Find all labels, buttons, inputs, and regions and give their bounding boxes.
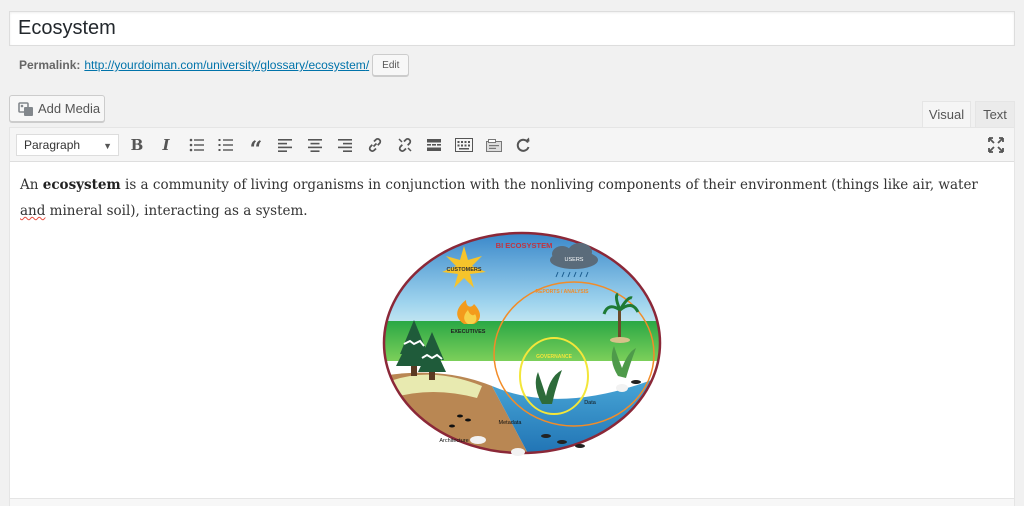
executives-label: EXECUTIVES [451,329,486,335]
editor: Paragraph ▼ B I “ An ecosystem is a comm… [9,127,1015,506]
read-more-icon [427,139,441,151]
data-label: Data [584,400,597,406]
blockquote-button[interactable]: “ [244,133,268,161]
spellcheck-word: and [20,203,46,219]
intro-text-mid: is a community of living organisms in co… [120,177,978,193]
intro-text-end: mineral soil), interacting as a system. [45,203,308,219]
format-select-value: Paragraph [24,138,81,152]
align-center-icon [308,138,322,152]
media-icon [18,101,33,116]
editor-statusbar [10,498,1014,506]
permalink-label: Permalink: [19,58,81,72]
align-center-button[interactable] [303,133,327,157]
fullscreen-icon [988,137,1004,153]
permalink-slug: ecosystem [308,58,366,72]
add-media-label: Add Media [38,101,101,116]
governance-label: GOVERNANCE [536,354,573,360]
users-label: USERS [565,257,584,263]
editor-toolbar: Paragraph ▼ B I “ [10,128,1014,162]
refresh-button[interactable] [511,133,535,157]
unlink-icon [398,138,412,152]
keyboard-icon [455,138,473,152]
permalink-row: Permalink: http://yourdoiman.com/univers… [19,54,410,76]
diagram-title: BI ECOSYSTEM [496,241,553,250]
insert-link-button[interactable] [363,133,387,157]
intro-paragraph: An ecosystem is a community of living or… [20,172,1004,224]
permalink-end: / [365,58,370,72]
add-form-button[interactable] [482,133,506,157]
numbered-list-icon [218,139,233,151]
format-select[interactable]: Paragraph ▼ [16,134,119,156]
form-icon [486,138,502,152]
numbered-list-button[interactable] [214,133,238,157]
align-right-icon [338,138,352,152]
post-title-input[interactable] [9,11,1015,46]
insert-read-more-button[interactable] [422,133,446,157]
tab-visual[interactable]: Visual [922,101,971,127]
link-icon [368,138,382,152]
align-right-button[interactable] [333,133,357,157]
refresh-icon [516,137,530,152]
intro-bold-term: ecosystem [42,177,121,193]
reports-label: REPORTS / ANALYSIS [536,289,590,295]
toolbar-toggle-button[interactable] [452,133,476,157]
chevron-down-icon: ▼ [103,141,112,151]
tab-text[interactable]: Text [975,101,1015,127]
bi-ecosystem-diagram: BI ECOSYSTEM CUSTOMERS USERS EXECUTIVES [382,231,662,456]
editor-content[interactable]: An ecosystem is a community of living or… [10,163,1014,505]
remove-link-button[interactable] [393,133,417,157]
permalink-base: http://yourdoiman.com/university/glossar… [84,58,309,72]
bulleted-list-button[interactable] [185,133,209,157]
align-left-button[interactable] [273,133,297,157]
italic-button[interactable]: I [154,133,178,157]
add-media-button[interactable]: Add Media [9,95,105,122]
permalink-link[interactable]: http://yourdoiman.com/university/glossar… [84,58,369,72]
architecture-label: Architecture [439,438,468,444]
edit-permalink-button[interactable]: Edit [372,54,410,76]
align-left-icon [278,138,292,152]
bold-button[interactable]: B [125,133,149,157]
bulleted-list-icon [189,138,204,152]
fullscreen-button[interactable] [984,133,1008,157]
intro-text-start: An [20,177,43,193]
metadata-label: Metadata [499,420,523,426]
customers-label: CUSTOMERS [446,267,481,273]
